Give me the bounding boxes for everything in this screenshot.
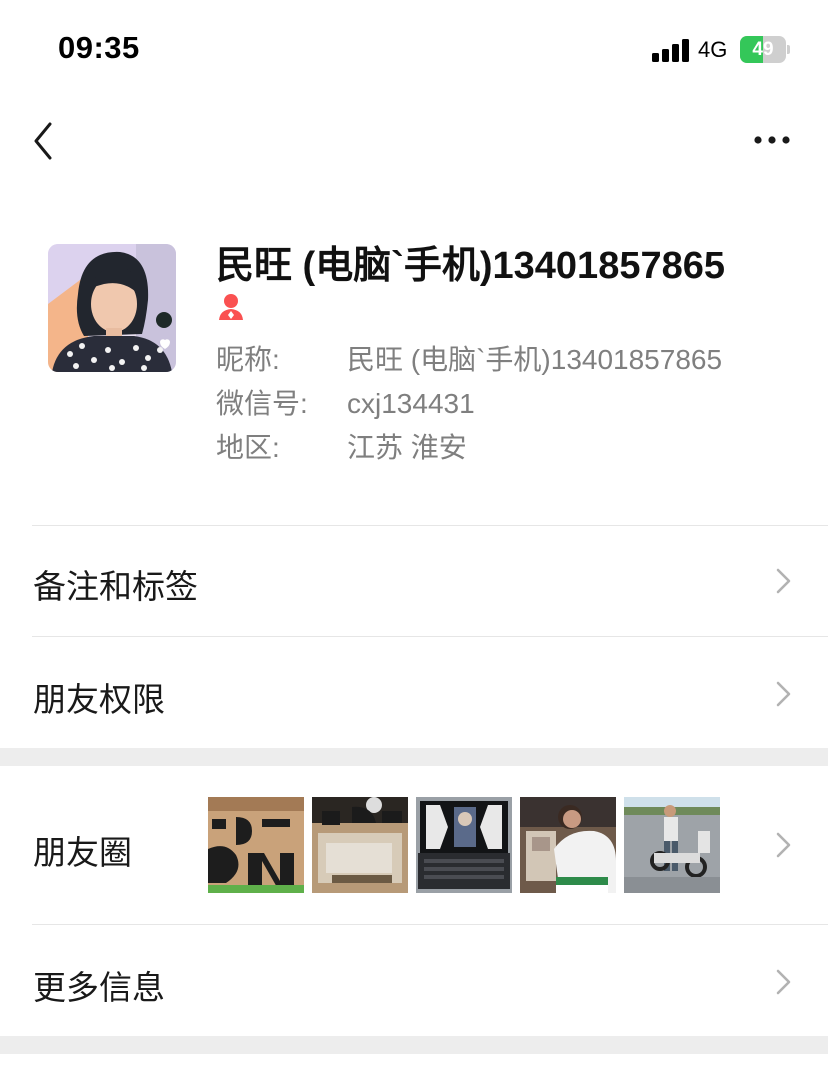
- network-type: 4G: [698, 37, 728, 62]
- chevron-right-icon: [776, 681, 791, 707]
- battery-icon: 49: [740, 36, 790, 63]
- wechat-id-label: 微信号:: [216, 388, 308, 419]
- back-button[interactable]: [26, 118, 66, 164]
- moments-row[interactable]: 朋友圈: [0, 766, 828, 924]
- battery-level: 49: [752, 39, 774, 60]
- wechat-id-row: 微信号: cxj134431: [216, 382, 475, 422]
- more-button[interactable]: [748, 122, 796, 158]
- profile-name: 民旺 (电脑`手机)13401857865: [216, 245, 725, 287]
- moments-thumbnail[interactable]: [208, 797, 304, 893]
- chevron-right-icon: [776, 568, 791, 594]
- nav-bar: [0, 100, 828, 180]
- cellular-signal-icon: [652, 38, 690, 62]
- region-value: 江苏 淮安: [347, 432, 467, 463]
- section-separator: [0, 748, 828, 766]
- moments-thumbnail[interactable]: [416, 797, 512, 893]
- status-time: 09:35: [58, 30, 140, 65]
- chevron-left-icon: [34, 122, 52, 160]
- nickname-value: 民旺 (电脑`手机)13401857865: [347, 344, 723, 375]
- moments-thumbnail[interactable]: [520, 797, 616, 893]
- status-bar: 09:35 4G 49: [0, 0, 828, 100]
- more-info-row[interactable]: 更多信息: [0, 925, 828, 1035]
- more-horizontal-icon: [754, 136, 790, 144]
- section-separator: [0, 1036, 828, 1054]
- friend-permissions-row[interactable]: 朋友权限: [0, 637, 828, 747]
- chevron-right-icon: [776, 969, 791, 995]
- moments-label: 朋友圈: [33, 834, 132, 871]
- remarks-tags-row[interactable]: 备注和标签: [0, 526, 828, 636]
- profile-header: 民旺 (电脑`手机)13401857865 昵称: 民旺 (电脑`手机)13401…: [0, 200, 828, 500]
- nickname-label: 昵称:: [216, 344, 280, 375]
- remarks-tags-label: 备注和标签: [33, 568, 198, 605]
- moments-thumbnail[interactable]: [312, 797, 408, 893]
- wechat-id-value: cxj134431: [347, 388, 475, 419]
- region-row: 地区: 江苏 淮安: [216, 426, 467, 466]
- region-label: 地区:: [216, 432, 280, 463]
- avatar[interactable]: [48, 244, 176, 372]
- more-info-label: 更多信息: [33, 969, 165, 1006]
- nickname-row: 昵称: 民旺 (电脑`手机)13401857865: [216, 338, 722, 378]
- female-icon: [216, 292, 246, 322]
- moments-thumbnail[interactable]: [624, 797, 720, 893]
- friend-permissions-label: 朋友权限: [33, 681, 165, 718]
- chevron-right-icon: [776, 832, 791, 858]
